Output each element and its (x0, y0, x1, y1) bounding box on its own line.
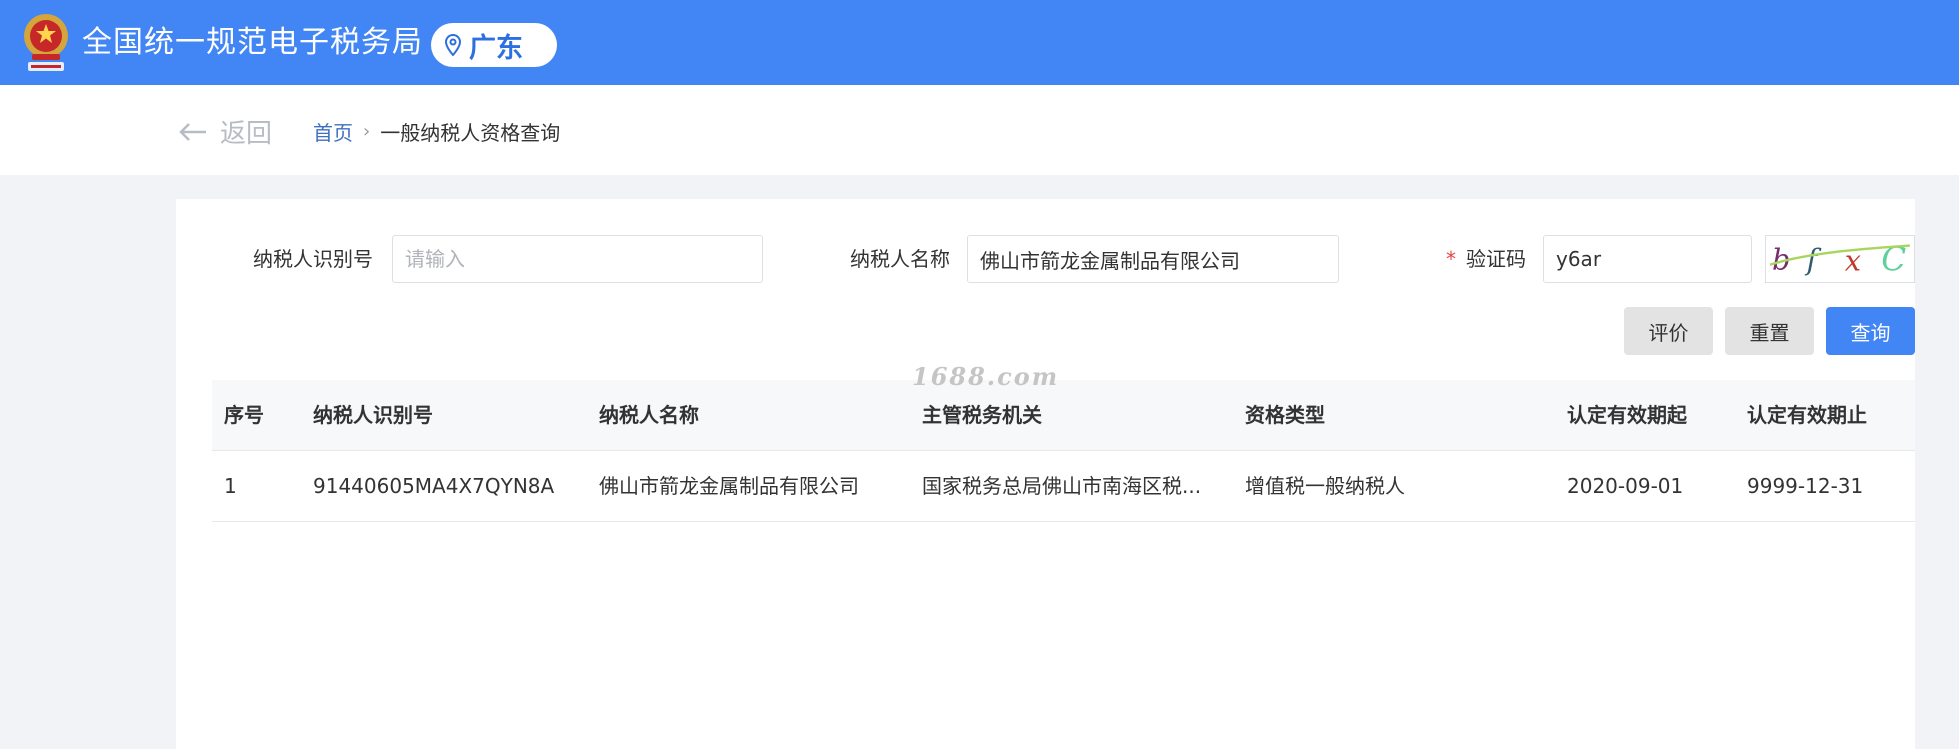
breadcrumb-separator: › (363, 121, 371, 142)
region-label: 广东 (469, 32, 523, 64)
required-mark: * (1446, 247, 1456, 271)
location-pin-icon (445, 34, 461, 56)
watermark: 1688.com (912, 362, 1060, 391)
table-cell: 9999-12-31 (1747, 474, 1864, 498)
arrow-left-icon (179, 122, 206, 141)
taxpayer-name-input[interactable] (967, 235, 1339, 283)
table-cell: 2020-09-01 (1567, 474, 1684, 498)
taxpayer-id-label: 纳税人识别号 (253, 247, 373, 271)
column-header: 资格类型 (1245, 403, 1325, 427)
table-cell: 91440605MA4X7QYN8A (313, 474, 555, 498)
back-label: 返回 (220, 119, 273, 149)
captcha-input[interactable] (1543, 235, 1752, 283)
breadcrumb: 首页 › 一般纳税人资格查询 (313, 117, 560, 146)
column-header: 纳税人名称 (599, 403, 699, 427)
results-table: 序号 纳税人识别号 纳税人名称 主管税务机关 资格类型 认定有效期起 认定有效期… (212, 380, 1915, 522)
taxpayer-id-input[interactable] (392, 235, 763, 283)
tax-emblem-icon (24, 14, 68, 71)
column-header: 纳税人识别号 (313, 403, 433, 427)
breadcrumb-home-link[interactable]: 首页 (313, 117, 353, 146)
breadcrumb-bar: 返回 首页 › 一般纳税人资格查询 (0, 85, 1959, 175)
taxpayer-name-label: 纳税人名称 (850, 247, 950, 271)
column-header: 序号 (224, 403, 264, 427)
app-title: 全国统一规范电子税务局 (82, 25, 423, 60)
table-header-row: 序号 纳税人识别号 纳税人名称 主管税务机关 资格类型 认定有效期起 认定有效期… (212, 380, 1915, 451)
captcha-char-2: f (1804, 243, 1821, 277)
back-button[interactable]: 返回 (178, 113, 272, 150)
column-header: 认定有效期起 (1567, 403, 1687, 427)
breadcrumb-current: 一般纳税人资格查询 (380, 121, 561, 145)
region-selector[interactable]: 广东 (431, 23, 557, 67)
table-cell: 1 (224, 474, 237, 498)
table-cell: 增值税一般纳税人 (1245, 474, 1405, 498)
captcha-image[interactable]: b f x C (1765, 235, 1915, 283)
captcha-label: 验证码 (1466, 247, 1526, 271)
evaluate-button[interactable]: 评价 (1624, 307, 1713, 355)
query-button[interactable]: 查询 (1826, 307, 1915, 355)
table-cell: 国家税务总局佛山市南海区税... (922, 474, 1202, 498)
captcha-label-wrap: * 验证码 (1446, 235, 1526, 283)
column-header: 认定有效期止 (1747, 403, 1867, 427)
table-row[interactable]: 1 91440605MA4X7QYN8A 佛山市箭龙金属制品有限公司 国家税务总… (212, 451, 1915, 522)
table-cell: 佛山市箭龙金属制品有限公司 (599, 474, 859, 498)
top-header: 全国统一规范电子税务局 广东 (0, 0, 1959, 85)
reset-button[interactable]: 重置 (1725, 307, 1814, 355)
